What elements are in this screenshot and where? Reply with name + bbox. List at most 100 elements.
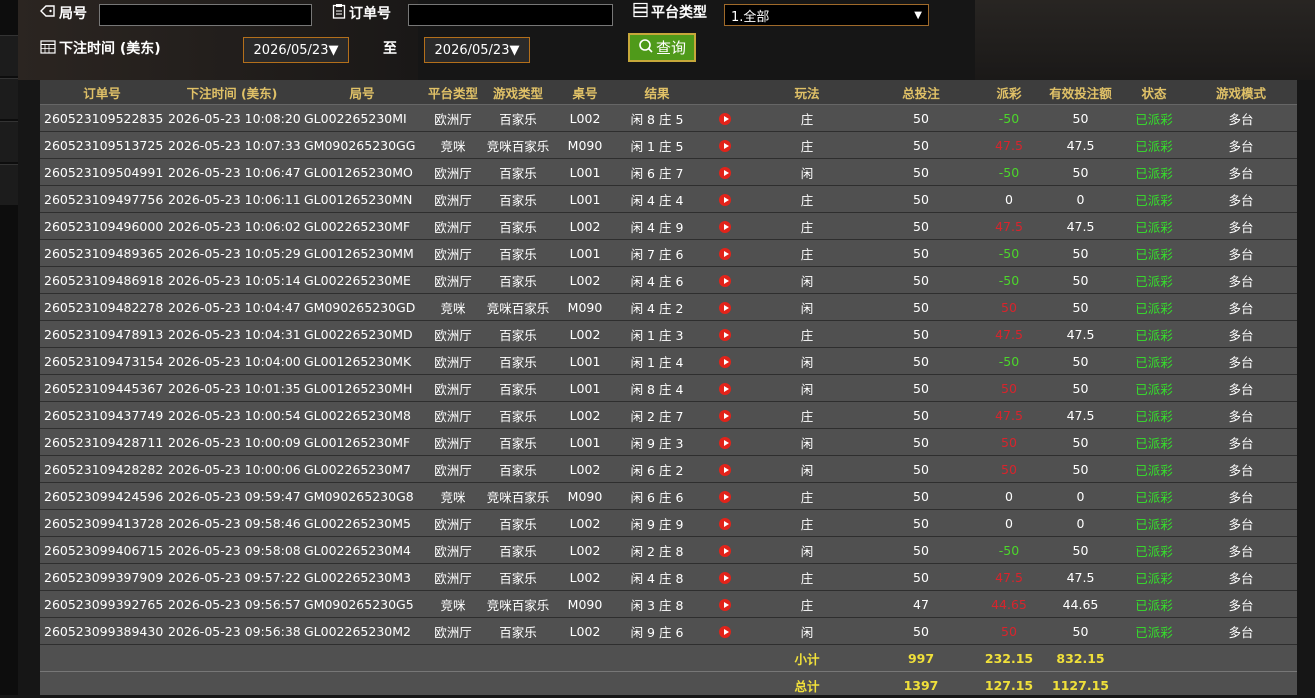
play-icon[interactable] <box>719 572 731 584</box>
video-replay[interactable] <box>698 456 752 483</box>
table-number-cell: L001 <box>554 348 616 375</box>
play-icon[interactable] <box>719 302 731 314</box>
game-type-cell: 百家乐 <box>482 402 554 429</box>
game-mode-cell: 多台 <box>1185 618 1297 645</box>
play-icon[interactable] <box>719 356 731 368</box>
play-icon[interactable] <box>719 329 731 341</box>
bet-time-cell: 2026-05-23 10:00:06 <box>164 456 300 483</box>
game-type-cell: 百家乐 <box>482 375 554 402</box>
bet-type-cell: 闲 <box>752 294 862 321</box>
order-number-cell: 260523109482278 <box>40 294 164 321</box>
payout-cell: -50 <box>980 267 1038 294</box>
result-cell: 闲 4 庄 2 <box>616 294 698 321</box>
round-number-cell: GL002265230M5 <box>300 510 424 537</box>
video-replay[interactable] <box>698 483 752 510</box>
payout-cell: 50 <box>980 294 1038 321</box>
payout-cell: 47.5 <box>980 402 1038 429</box>
valid-bet-cell: 44.65 <box>1038 591 1123 618</box>
table-row: 2605231094822782026-05-23 10:04:47GM0902… <box>40 294 1297 321</box>
table-row: 2605230993927652026-05-23 09:56:57GM0902… <box>40 591 1297 618</box>
play-icon[interactable] <box>719 113 731 125</box>
video-replay[interactable] <box>698 132 752 159</box>
status-cell: 已派彩 <box>1123 348 1185 375</box>
play-icon[interactable] <box>719 437 731 449</box>
game-type-cell: 竞咪百家乐 <box>482 591 554 618</box>
video-replay[interactable] <box>698 159 752 186</box>
table-number-cell: L002 <box>554 564 616 591</box>
side-tab[interactable] <box>0 121 18 162</box>
result-cell: 闲 2 庄 7 <box>616 402 698 429</box>
platform-type-select[interactable]: 1.全部 ▼ <box>724 4 929 26</box>
video-replay[interactable] <box>698 402 752 429</box>
video-replay[interactable] <box>698 429 752 456</box>
video-replay[interactable] <box>698 348 752 375</box>
play-icon[interactable] <box>719 140 731 152</box>
payout-cell: -50 <box>980 348 1038 375</box>
game-mode-cell: 多台 <box>1185 591 1297 618</box>
status-cell: 已派彩 <box>1123 294 1185 321</box>
play-icon[interactable] <box>719 410 731 422</box>
result-cell: 闲 9 庄 9 <box>616 510 698 537</box>
platform-cell: 欧洲厅 <box>424 564 482 591</box>
side-tab[interactable] <box>0 78 18 119</box>
play-icon[interactable] <box>719 221 731 233</box>
play-icon[interactable] <box>719 464 731 476</box>
status-cell: 已派彩 <box>1123 267 1185 294</box>
play-icon[interactable] <box>719 167 731 179</box>
total-bet-cell: 50 <box>862 429 980 456</box>
bet-type-cell: 庄 <box>752 591 862 618</box>
play-icon[interactable] <box>719 545 731 557</box>
play-icon[interactable] <box>719 383 731 395</box>
table-row: 2605231094893652026-05-23 10:05:29GL0012… <box>40 240 1297 267</box>
play-icon[interactable] <box>719 491 731 503</box>
play-icon[interactable] <box>719 275 731 287</box>
round-number-cell: GL002265230MI <box>300 105 424 132</box>
platform-cell: 欧洲厅 <box>424 402 482 429</box>
game-type-cell: 百家乐 <box>482 240 554 267</box>
video-replay[interactable] <box>698 213 752 240</box>
video-replay[interactable] <box>698 375 752 402</box>
play-icon[interactable] <box>719 518 731 530</box>
order-number-input[interactable] <box>408 4 613 26</box>
video-replay[interactable] <box>698 537 752 564</box>
video-replay[interactable] <box>698 186 752 213</box>
clipboard-icon <box>332 3 346 23</box>
total-bet: 1397 <box>862 672 980 698</box>
bet-time-cell: 2026-05-23 10:06:02 <box>164 213 300 240</box>
status-cell: 已派彩 <box>1123 483 1185 510</box>
server-icon <box>633 2 648 22</box>
table-number-cell: M090 <box>554 591 616 618</box>
play-icon[interactable] <box>719 194 731 206</box>
video-replay[interactable] <box>698 267 752 294</box>
video-replay[interactable] <box>698 591 752 618</box>
order-number-cell: 260523099397909 <box>40 564 164 591</box>
col-game-type-header: 游戏类型 <box>482 80 554 105</box>
video-replay[interactable] <box>698 564 752 591</box>
status-cell: 已派彩 <box>1123 132 1185 159</box>
play-icon[interactable] <box>719 626 731 638</box>
payout-cell: 47.5 <box>980 321 1038 348</box>
video-replay[interactable] <box>698 618 752 645</box>
play-icon[interactable] <box>719 248 731 260</box>
date-to-picker[interactable]: 2026/05/23▼ <box>424 37 530 63</box>
date-from-picker[interactable]: 2026/05/23▼ <box>243 37 349 63</box>
valid-bet-cell: 50 <box>1038 105 1123 132</box>
round-number-cell: GL001265230MF <box>300 429 424 456</box>
valid-bet-cell: 0 <box>1038 186 1123 213</box>
video-replay[interactable] <box>698 105 752 132</box>
round-number-input[interactable] <box>99 4 312 26</box>
order-number-cell: 260523109513725 <box>40 132 164 159</box>
video-replay[interactable] <box>698 510 752 537</box>
video-replay[interactable] <box>698 240 752 267</box>
bet-time-cell: 2026-05-23 09:56:57 <box>164 591 300 618</box>
payout-cell: 0 <box>980 510 1038 537</box>
play-icon[interactable] <box>719 599 731 611</box>
bet-time-cell: 2026-05-23 09:57:22 <box>164 564 300 591</box>
valid-bet-cell: 50 <box>1038 348 1123 375</box>
game-mode-cell: 多台 <box>1185 456 1297 483</box>
video-replay[interactable] <box>698 321 752 348</box>
query-button[interactable]: 查询 <box>628 33 696 62</box>
side-tab[interactable] <box>0 164 18 205</box>
status-cell: 已派彩 <box>1123 591 1185 618</box>
video-replay[interactable] <box>698 294 752 321</box>
